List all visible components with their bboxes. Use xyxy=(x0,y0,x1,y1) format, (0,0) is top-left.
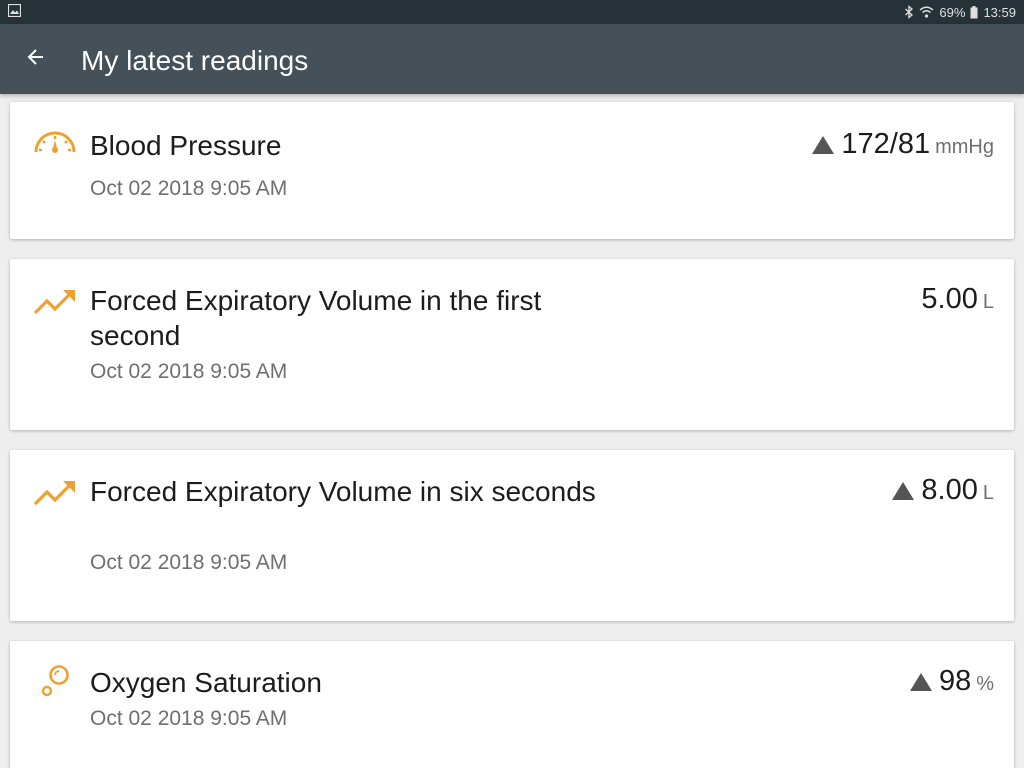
reading-value: 5.00 xyxy=(921,283,978,315)
reading-title: Oxygen Saturation xyxy=(90,667,322,698)
reading-value: 172/81 xyxy=(841,128,931,160)
status-bar: 69% 13:59 xyxy=(0,0,1024,24)
page-title: My latest readings xyxy=(81,45,309,76)
reading-unit: % xyxy=(976,673,994,695)
reading-value-group: 172/81 mmHg xyxy=(812,128,994,161)
reading-card-blood-pressure[interactable]: Blood Pressure Oct 02 2018 9:05 AM 172/8… xyxy=(10,102,1014,239)
reading-value: 98 xyxy=(938,665,972,697)
up-triangle-icon xyxy=(909,672,932,691)
back-button[interactable] xyxy=(18,41,54,77)
battery-percent: 69% xyxy=(939,4,966,20)
reading-date: Oct 02 2018 9:05 AM xyxy=(90,177,288,200)
reading-value-group: 8.00 L xyxy=(892,474,994,507)
reading-card-fev1[interactable]: Forced Expiratory Volume in the first se… xyxy=(10,259,1014,430)
reading-unit: L xyxy=(982,482,994,504)
reading-value-group: 5.00 L xyxy=(921,283,994,316)
up-triangle-icon xyxy=(812,135,835,154)
battery-icon xyxy=(970,5,978,19)
trending-up-icon xyxy=(33,476,77,516)
gauge-icon xyxy=(33,130,77,170)
status-icons: 69% 13:59 xyxy=(904,0,1016,24)
trending-up-icon xyxy=(33,285,77,325)
reading-title: Blood Pressure xyxy=(90,130,282,161)
reading-value-group: 98 % xyxy=(909,665,994,698)
reading-unit: L xyxy=(982,291,994,313)
reading-card-fev6[interactable]: Forced Expiratory Volume in six seconds … xyxy=(10,450,1014,621)
reading-title: Forced Expiratory Volume in six seconds xyxy=(90,476,596,507)
reading-date: Oct 02 2018 9:05 AM xyxy=(90,360,288,383)
up-triangle-icon xyxy=(892,481,915,500)
reading-card-oxygen-saturation[interactable]: Oxygen Saturation Oct 02 2018 9:05 AM 98… xyxy=(10,641,1014,768)
reading-date: Oct 02 2018 9:05 AM xyxy=(90,551,288,574)
bluetooth-icon xyxy=(904,5,914,19)
arrow-left-icon xyxy=(26,47,46,72)
reading-value: 8.00 xyxy=(921,474,978,506)
clock: 13:59 xyxy=(983,4,1016,20)
reading-date: Oct 02 2018 9:05 AM xyxy=(90,707,288,730)
readings-list: Blood Pressure Oct 02 2018 9:05 AM 172/8… xyxy=(0,94,1024,768)
app-bar: My latest readings xyxy=(0,24,1024,94)
wifi-icon xyxy=(919,6,934,18)
image-icon xyxy=(7,3,22,18)
reading-title: Forced Expiratory Volume in the first se… xyxy=(90,285,542,351)
reading-unit: mmHg xyxy=(935,136,994,158)
bubbles-icon xyxy=(33,663,77,703)
